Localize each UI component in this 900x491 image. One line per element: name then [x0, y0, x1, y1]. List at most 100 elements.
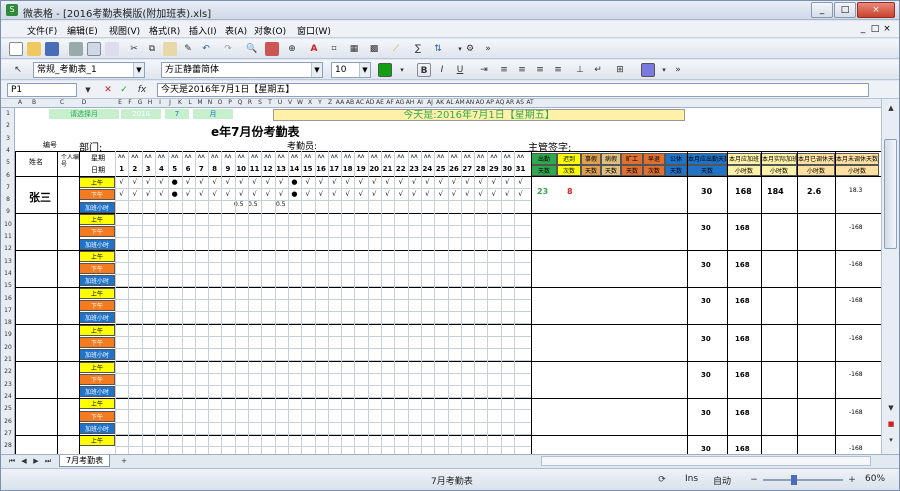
export-pdf-icon[interactable] [105, 42, 119, 56]
row-header[interactable]: 26 [1, 418, 15, 425]
print-preview-icon[interactable] [87, 42, 101, 56]
save-icon[interactable] [45, 42, 59, 56]
vertical-scrollbar[interactable]: ▲ ▼ ■ ▾ [881, 99, 899, 454]
chevron-down-icon[interactable]: ▼ [133, 63, 144, 77]
column-header-ae[interactable]: AE [375, 99, 385, 106]
attendance-mark[interactable]: √ [221, 190, 234, 198]
format-more-icon[interactable]: » [671, 63, 685, 77]
attendance-mark[interactable]: √ [501, 190, 514, 198]
gridlines-icon[interactable]: ▩ [367, 42, 381, 56]
column-header-w[interactable]: W [295, 99, 305, 106]
align-left-icon[interactable]: ≡ [497, 63, 511, 77]
row-header[interactable]: 3 [1, 135, 15, 142]
cancel-edit-icon[interactable]: ✕ [101, 83, 115, 97]
redo-icon[interactable]: ↷ [221, 42, 235, 56]
row-header[interactable]: 28 [1, 442, 15, 449]
row-header[interactable]: 25 [1, 405, 15, 412]
menu-object[interactable]: 对象(O) [254, 24, 286, 37]
chevron-down-icon[interactable]: ▾ [657, 63, 671, 77]
menu-insert[interactable]: 插入(I) [189, 24, 217, 37]
column-header-e[interactable]: E [115, 99, 125, 106]
attendance-mark[interactable]: √ [421, 190, 434, 198]
attendance-mark[interactable]: √ [221, 178, 234, 186]
row-header[interactable]: 14 [1, 270, 15, 277]
attendance-mark[interactable]: √ [128, 190, 141, 198]
select-cursor-icon[interactable]: ↖ [11, 63, 25, 77]
column-header-m[interactable]: M [195, 99, 205, 106]
name-box[interactable]: P1 [7, 83, 77, 97]
zoom-slider-thumb[interactable] [791, 475, 797, 485]
attendance-mark[interactable]: √ [115, 178, 128, 186]
attendance-mark[interactable]: √ [261, 178, 274, 186]
attendance-mark[interactable]: √ [195, 190, 208, 198]
row-header[interactable]: 27 [1, 430, 15, 437]
scroll-up-icon[interactable]: ▲ [884, 101, 898, 115]
attendance-mark[interactable]: √ [434, 190, 447, 198]
menu-view[interactable]: 视图(V) [109, 24, 140, 37]
valign-icon[interactable]: ⊥ [573, 63, 587, 77]
column-header-aj[interactable]: AJ [425, 99, 435, 106]
attendance-mark[interactable]: √ [461, 190, 474, 198]
attendance-mark[interactable]: ● [168, 190, 181, 198]
column-header-ad[interactable]: AD [365, 99, 375, 106]
attendance-mark[interactable]: √ [301, 178, 314, 186]
insert-chart-icon[interactable] [265, 42, 279, 56]
attendance-mark[interactable]: √ [142, 178, 155, 186]
row-header[interactable]: 12 [1, 245, 15, 252]
column-header-aq[interactable]: AQ [495, 99, 505, 106]
attendance-mark[interactable]: √ [394, 178, 407, 186]
attendance-mark[interactable]: √ [235, 190, 248, 198]
row-header[interactable]: 10 [1, 221, 15, 228]
year-select[interactable]: 2016 [121, 109, 161, 119]
attendance-mark[interactable]: √ [315, 190, 328, 198]
column-header-d[interactable]: D [79, 99, 89, 106]
row-header[interactable]: 16 [1, 295, 15, 302]
column-header-s[interactable]: S [255, 99, 265, 106]
column-header-al[interactable]: AL [445, 99, 455, 106]
attendance-mark[interactable]: ● [288, 178, 301, 186]
row-header[interactable]: 18 [1, 319, 15, 326]
attendance-mark[interactable]: √ [208, 190, 221, 198]
attendance-mark[interactable]: √ [328, 178, 341, 186]
overtime-mark[interactable]: 0.5 [248, 201, 258, 208]
attendance-mark[interactable]: √ [341, 190, 354, 198]
menu-file[interactable]: 文件(F) [27, 24, 57, 37]
doc-close-button[interactable]: × [881, 23, 893, 35]
column-header-f[interactable]: F [125, 99, 135, 106]
month-select[interactable]: 7 [165, 109, 189, 119]
menu-edit[interactable]: 编辑(E) [67, 24, 98, 37]
justify-icon[interactable]: ≡ [551, 63, 565, 77]
attendance-mark[interactable]: √ [235, 178, 248, 186]
attendance-mark[interactable]: √ [394, 190, 407, 198]
row-header[interactable]: 1 [1, 110, 15, 117]
attendance-mark[interactable]: √ [301, 190, 314, 198]
attendance-mark[interactable]: √ [275, 190, 288, 198]
row-header[interactable]: 4 [1, 147, 15, 154]
row-header[interactable]: 2 [1, 122, 15, 129]
column-header-l[interactable]: L [185, 99, 195, 106]
row-header[interactable]: 24 [1, 393, 15, 400]
function-icon[interactable]: ∑ [411, 42, 425, 56]
paste-icon[interactable] [163, 42, 177, 56]
attendance-mark[interactable]: √ [408, 178, 421, 186]
fill-pattern-icon[interactable]: ▦ [347, 42, 361, 56]
column-header-z[interactable]: Z [325, 99, 335, 106]
column-header-o[interactable]: O [215, 99, 225, 106]
column-header-am[interactable]: AM [455, 99, 465, 106]
copy-icon[interactable]: ⧉ [145, 42, 159, 56]
row-header[interactable]: 20 [1, 344, 15, 351]
scroll-down-icon[interactable]: ▼ [884, 401, 898, 415]
undo-icon[interactable]: ↶ [199, 42, 213, 56]
attendance-mark[interactable]: √ [261, 190, 274, 198]
column-header-h[interactable]: H [145, 99, 155, 106]
row-header[interactable]: 6 [1, 172, 15, 179]
attendance-mark[interactable]: √ [448, 178, 461, 186]
indent-icon[interactable]: ⇥ [477, 63, 491, 77]
add-sheet-icon[interactable]: + [117, 454, 131, 468]
align-center-icon[interactable]: ≡ [515, 63, 529, 77]
attendance-mark[interactable]: √ [434, 178, 447, 186]
row-header[interactable]: 5 [1, 159, 15, 166]
menu-format[interactable]: 格式(R) [149, 24, 180, 37]
italic-icon[interactable]: I [435, 63, 449, 77]
bold-icon[interactable]: B [417, 63, 431, 77]
